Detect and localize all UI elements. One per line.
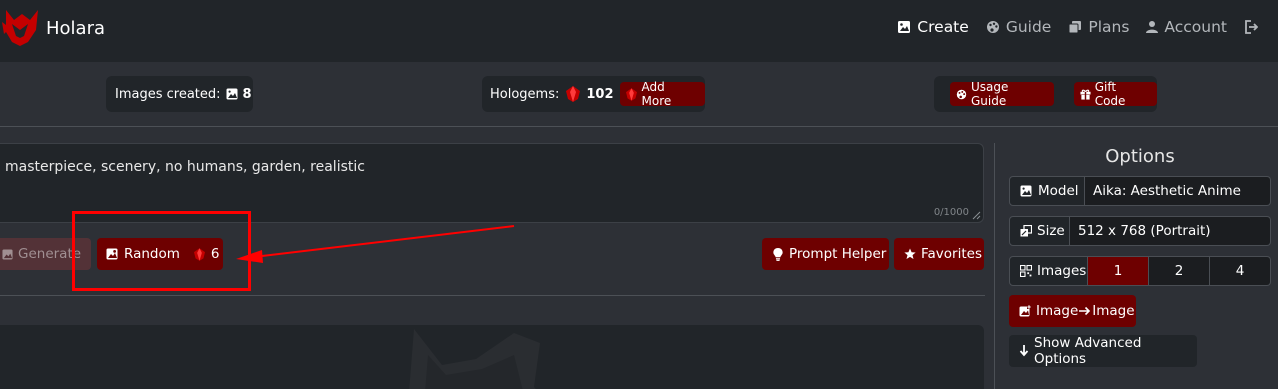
nav-plans[interactable]: Plans	[1068, 18, 1129, 36]
size-value: 512 x 768 (Portrait)	[1078, 223, 1211, 239]
nav-plans-label: Plans	[1088, 18, 1130, 36]
nav-create[interactable]: Create	[897, 18, 969, 36]
image-to-image-label-a: Image	[1036, 303, 1079, 319]
hologems-label: Hologems:	[490, 86, 560, 102]
resize-icon	[1020, 225, 1032, 237]
prompt-text: masterpiece, scenery, no humans, garden,…	[5, 159, 365, 175]
image-icon	[897, 20, 911, 34]
lightbulb-icon	[773, 247, 783, 261]
images-created-count: 8	[242, 86, 252, 102]
images-created-label: Images created:	[115, 86, 221, 102]
image-plus-icon	[1019, 305, 1031, 317]
images-choice-4[interactable]: 4	[1210, 256, 1271, 286]
model-label-button[interactable]: Model	[1009, 176, 1085, 206]
images-label: Images	[1037, 263, 1087, 279]
annotation-highlight-box	[72, 211, 251, 291]
arrow-down-icon	[1019, 345, 1029, 357]
images-created-card: Images created: 8	[106, 76, 253, 112]
image-icon	[226, 88, 238, 100]
gem-icon	[625, 87, 637, 101]
size-label-button[interactable]: Size	[1009, 216, 1070, 246]
palette-icon	[986, 20, 1000, 34]
favorites-label: Favorites	[921, 246, 982, 262]
nav-account[interactable]: Account	[1146, 18, 1227, 36]
logout-icon	[1244, 20, 1258, 34]
gift-code-button[interactable]: Gift Code	[1073, 80, 1157, 108]
user-icon	[1146, 20, 1159, 34]
show-advanced-options-button[interactable]: Show Advanced Options	[1009, 335, 1197, 367]
nav-create-label: Create	[917, 18, 969, 36]
add-more-button[interactable]: Add More	[619, 80, 705, 108]
placeholder-fox-icon	[409, 329, 540, 389]
size-option: Size 512 x 768 (Portrait)	[1009, 216, 1271, 246]
gift-icon	[1080, 89, 1091, 100]
image-icon	[2, 248, 13, 260]
result-divider	[0, 295, 985, 296]
guide-links-card: Usage Guide Gift Code	[934, 76, 1157, 112]
stack-icon	[1068, 20, 1082, 34]
main-nav: Create Guide Plans Account	[880, 18, 1258, 36]
images-label-button[interactable]: Images	[1009, 256, 1088, 286]
usage-guide-label: Usage Guide	[971, 80, 1009, 108]
top-navbar: Holara Create Guide Plans Account	[0, 0, 1278, 62]
image-icon	[1020, 185, 1032, 197]
result-preview-panel	[0, 325, 984, 389]
arrow-right-icon	[1079, 306, 1091, 316]
images-choice-2[interactable]: 2	[1149, 256, 1210, 286]
brand-name: Holara	[46, 17, 106, 39]
section-divider	[0, 126, 1278, 127]
usage-guide-button[interactable]: Usage Guide	[950, 80, 1054, 108]
model-value: Aika: Aesthetic Anime	[1093, 183, 1241, 199]
show-advanced-options-label: Show Advanced Options	[1034, 335, 1142, 367]
image-to-image-button[interactable]: Image Image	[1009, 295, 1136, 327]
resize-handle-icon[interactable]	[972, 211, 981, 220]
options-divider	[994, 143, 995, 389]
brand[interactable]: Holara	[0, 8, 105, 48]
add-more-label: Add More	[641, 80, 672, 108]
prompt-helper-button[interactable]: Prompt Helper	[762, 238, 889, 270]
stats-row: Images created: 8 Hologems: 102 Add More…	[0, 62, 1278, 126]
gem-icon	[566, 86, 581, 102]
images-choice-1[interactable]: 1	[1088, 256, 1149, 286]
logout-button[interactable]	[1244, 20, 1258, 34]
model-label: Model	[1038, 183, 1079, 199]
nav-account-label: Account	[1164, 18, 1227, 36]
nav-guide-label: Guide	[1005, 18, 1052, 36]
size-label: Size	[1037, 223, 1065, 239]
model-option: Model Aika: Aesthetic Anime	[1009, 176, 1271, 206]
images-count-option: Images 1 2 4	[1009, 256, 1271, 286]
char-counter: 0/1000	[933, 207, 969, 218]
hologems-card: Hologems: 102 Add More	[482, 76, 705, 112]
star-icon	[904, 248, 916, 260]
size-select[interactable]: 512 x 768 (Portrait)	[1070, 216, 1271, 246]
options-title: Options	[1105, 146, 1175, 167]
model-select[interactable]: Aika: Aesthetic Anime	[1085, 176, 1271, 206]
nav-guide[interactable]: Guide	[986, 18, 1052, 36]
gift-code-label: Gift Code	[1094, 80, 1126, 108]
qr-grid-icon	[1020, 265, 1032, 277]
palette-icon	[956, 89, 967, 100]
prompt-helper-label: Prompt Helper	[789, 246, 887, 262]
image-to-image-label-b: Image	[1092, 303, 1135, 319]
favorites-button[interactable]: Favorites	[894, 238, 984, 270]
hologems-count: 102	[586, 86, 614, 102]
fox-logo-icon	[0, 8, 42, 48]
